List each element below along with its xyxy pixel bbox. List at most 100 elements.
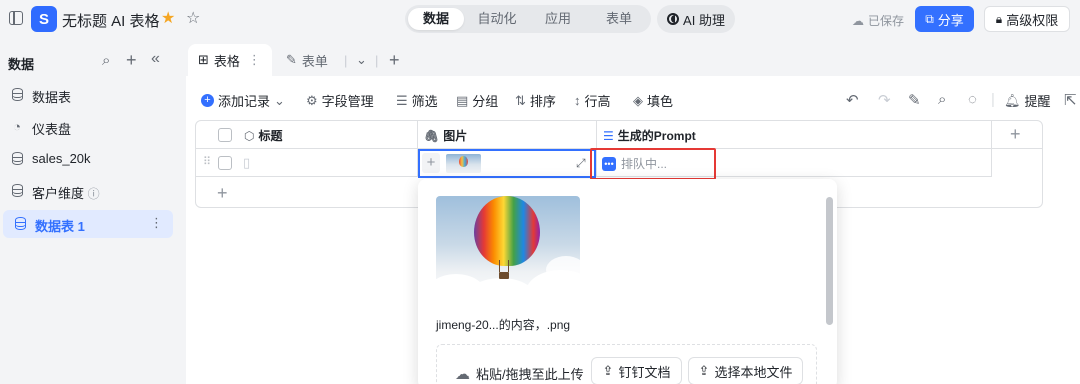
balloon-image-preview[interactable] [436, 196, 580, 304]
column-header-image[interactable]: 🖇︎ 图片 [424, 127, 467, 144]
sidebar-item-dashboard[interactable]: ◔ 仪表盘 [0, 113, 174, 141]
image-cell[interactable] [418, 149, 596, 178]
dingtalk-doc-label: 钉钉文档 [618, 364, 671, 380]
remind-label: 提醒 [1024, 94, 1051, 109]
filter-label: 筛选 [411, 94, 438, 109]
database-icon [13, 217, 27, 231]
sidebar-item-label: 数据表 1 [35, 219, 85, 234]
expand-icon[interactable]: ⤢ [576, 156, 586, 171]
tab-automation[interactable]: 自动化 [468, 8, 526, 30]
view-tab-form[interactable]: ✎ 表单 [286, 44, 352, 76]
fill-bucket-icon: ◈ [633, 92, 643, 108]
dashboard-icon: ◔ [13, 119, 21, 134]
dingtalk-doc-button[interactable]: ⇪ 钉钉文档 [591, 357, 682, 384]
field-manage-label: 字段管理 [321, 94, 374, 109]
chevron-down-icon[interactable]: ⌄ [356, 44, 372, 76]
cloud-upload-icon: ☁ [455, 365, 470, 383]
fill-color-button[interactable]: ◈ 填色 [633, 91, 673, 110]
add-icon[interactable]: + [126, 50, 137, 71]
sort-button[interactable]: ⇅ 排序 [515, 91, 556, 110]
ai-assistant-icon [667, 13, 680, 25]
row-height-button[interactable]: ↕ 行高 [574, 91, 611, 110]
app-title[interactable]: 无标题 AI 表格 [62, 10, 160, 31]
collapse-sidebar-icon[interactable]: « [151, 50, 160, 68]
favorite-star-icon[interactable]: ☆ [186, 8, 200, 28]
add-row-icon[interactable]: + [217, 183, 228, 204]
more-options-icon[interactable]: ⋮ [248, 52, 261, 68]
sidebar-item-label: 客户维度 ⓘ [32, 186, 100, 201]
attachment-icon: 🖇︎ [424, 129, 440, 143]
sidebar-item-label: 仪表盘 [32, 122, 72, 137]
sidebar-item-datatable-1[interactable]: 数据表 1 ⋮ [3, 210, 173, 238]
cube-icon: ⬡ [244, 129, 255, 143]
edit-icon[interactable]: ✎ [908, 91, 921, 109]
add-column-icon[interactable]: + [1010, 124, 1021, 145]
group-button[interactable]: ▤ 分组 [456, 91, 498, 110]
column-header-prompt[interactable]: ☰ 生成的Prompt [603, 127, 696, 144]
gear-icon: ⚙ [306, 92, 318, 108]
view-tab-grid[interactable]: ⊞ 表格 ⋮ [188, 44, 272, 76]
group-label: 分组 [472, 94, 499, 109]
filter-button[interactable]: ☰ 筛选 [396, 91, 438, 110]
filter-icon: ☰ [396, 92, 408, 108]
search-icon[interactable]: ⌕ [938, 91, 946, 108]
sort-icon: ⇅ [515, 92, 526, 108]
image-thumbnail[interactable] [446, 154, 481, 173]
add-view-icon[interactable]: + [389, 44, 405, 76]
share-button[interactable]: ⧉ 分享 [915, 6, 974, 32]
field-manage-button[interactable]: ⚙ 字段管理 [306, 91, 374, 110]
column-label: 图片 [443, 129, 468, 143]
sort-label: 排序 [529, 94, 556, 109]
local-file-label: 选择本地文件 [714, 364, 793, 380]
row-checkbox[interactable] [218, 156, 232, 170]
ai-assistant-label: AI 助理 [683, 12, 725, 28]
sidebar-item-sales[interactable]: sales_20k [0, 145, 174, 173]
popup-scrollbar[interactable] [826, 197, 833, 325]
pin-star-icon[interactable]: ★ [161, 8, 175, 28]
view-tab-label: 表单 [301, 53, 328, 69]
tab-apps[interactable]: 应用 [529, 8, 587, 30]
more-options-icon[interactable]: ⋮ [150, 215, 163, 231]
upload-icon: ⇪ [602, 363, 614, 378]
bell-icon: 🔔︎ [1004, 92, 1021, 108]
advanced-permission-label: 高级权限 [1006, 12, 1059, 28]
tab-data[interactable]: 数据 [408, 8, 464, 30]
drag-handle-icon[interactable]: ⠿ [203, 155, 211, 168]
local-file-button[interactable]: ⇪ 选择本地文件 [688, 357, 803, 384]
search-icon[interactable]: ⌕ [102, 52, 110, 69]
sidebar-item-customer[interactable]: 客户维度 ⓘ [0, 177, 174, 205]
top-tab-switcher: 数据 自动化 应用 表单 [405, 5, 651, 33]
redo-icon[interactable]: ↷ [878, 91, 891, 109]
undo-icon[interactable]: ↶ [846, 91, 859, 109]
chevron-down-icon: ⌄ [274, 92, 285, 108]
add-record-button[interactable]: + 添加记录 ⌄ [201, 91, 285, 110]
ai-assistant-button[interactable]: AI 助理 [657, 5, 735, 33]
sidebar-item-datatable[interactable]: 数据表 [0, 81, 174, 109]
document-icon[interactable]: ▯ [243, 155, 250, 171]
cloud-check-icon: ☁ [852, 13, 864, 28]
sidebar-title: 数据 [8, 57, 35, 72]
lock-icon: 🔒︎ [995, 11, 1003, 26]
remind-button[interactable]: 🔔︎ 提醒 [1004, 91, 1051, 110]
highlight-box [590, 148, 716, 180]
form-edit-icon: ✎ [286, 52, 297, 67]
view-tab-row: ⊞ 表格 ⋮ ✎ 表单 | ⌄ | + [186, 44, 1080, 76]
advanced-permission-button[interactable]: 🔒︎ 高级权限 [984, 6, 1070, 32]
tab-divider: | [375, 52, 379, 68]
sidebar-toggle-icon[interactable] [9, 11, 23, 25]
sidebar-item-label: 数据表 [32, 90, 72, 105]
view-tab-label: 表格 [213, 53, 240, 69]
add-image-icon[interactable]: + [422, 153, 440, 173]
upload-icon: ⇪ [698, 363, 710, 378]
external-link-icon[interactable]: ⇱ [1064, 91, 1077, 109]
tab-forms[interactable]: 表单 [591, 8, 647, 30]
info-icon: ⓘ [87, 187, 100, 201]
save-status-label: 已保存 [868, 14, 905, 28]
sidebar-item-label: sales_20k [32, 151, 91, 166]
column-divider [991, 121, 992, 177]
comment-icon[interactable]: ◌ [968, 91, 977, 108]
column-label: 标题 [258, 129, 283, 143]
column-header-title[interactable]: ⬡ 标题 [244, 127, 283, 144]
select-all-checkbox[interactable] [218, 128, 232, 142]
image-filename: jimeng-20...的内容，.png [436, 318, 571, 332]
